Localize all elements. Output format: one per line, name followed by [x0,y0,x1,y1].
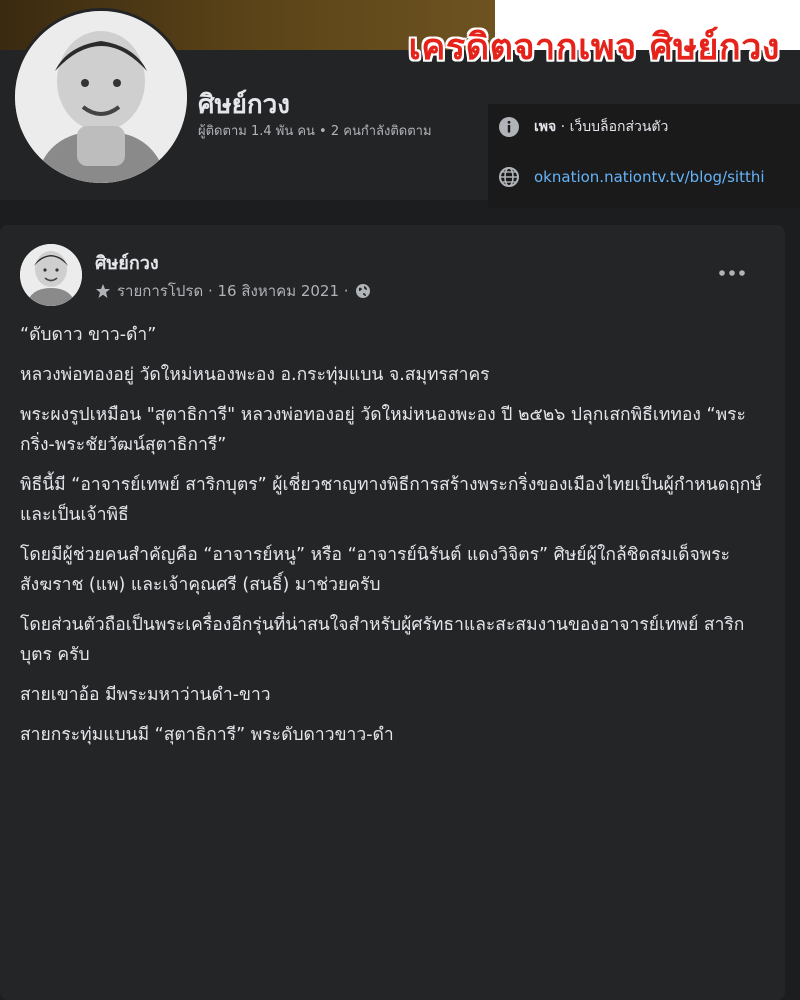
post-body: “ดับดาว ขาว-ดำ” หลวงพ่อทองอยู่ วัดใหม่หน… [20,320,775,760]
page-subcategory: · เว็บบล็อกส่วนตัว [556,119,669,135]
post-paragraph: โดยมีผู้ช่วยคนสำคัญคือ “อาจารย์หนู” หรือ… [20,545,731,595]
post-timestamp[interactable]: รายการโปรด · 16 สิงหาคม 2021 · [117,279,349,303]
post-card: ศิษย์กวง รายการโปรด · 16 สิงหาคม 2021 · … [0,225,785,1000]
more-horizontal-icon [719,270,745,276]
star-icon [96,284,110,298]
intro-panel: เพจ · เว็บบล็อกส่วนตัว oknation.nationtv… [488,104,800,208]
post-paragraph: พระผงรูปเหมือน "สุตาธิการี" หลวงพ่อทองอย… [20,405,746,455]
post-paragraph: โดยส่วนตัวถือเป็นพระเครื่องอีกรุ่นที่น่า… [20,615,745,665]
post-author-avatar[interactable] [20,244,82,306]
more-options-button[interactable] [712,261,752,285]
page-title[interactable]: ศิษย์กวง [198,84,290,125]
post-meta: รายการโปรด · 16 สิงหาคม 2021 · [95,279,377,303]
info-icon [499,117,519,137]
follower-count[interactable]: ผู้ติดตาม 1.4 พัน คน • 2 คนกำลังติดตาม [198,122,468,141]
post-author-name[interactable]: ศิษย์กวง [95,248,159,277]
post-paragraph: พิธีนี้มี “อาจารย์เทพย์ สาริกบุตร” ผู้เช… [20,475,762,525]
profile-avatar[interactable] [12,8,190,186]
intro-page-type: เพจ · เว็บบล็อกส่วนตัว [498,116,668,138]
post-paragraph: “ดับดาว ขาว-ดำ” [20,325,157,345]
intro-website[interactable]: oknation.nationtv.tv/blog/sitthi [498,166,765,188]
post-paragraph: หลวงพ่อทองอยู่ วัดใหม่หนองพะอง อ.กระทุ่ม… [20,365,490,385]
post-paragraph: สายเขาอ้อ มีพระมหาว่านดำ-ขาว [20,685,271,705]
globe-icon [355,284,370,298]
page-category: เพจ [534,119,557,135]
globe-icon [499,167,519,187]
website-link[interactable]: oknation.nationtv.tv/blog/sitthi [534,168,765,186]
credit-banner: เครดิตจากเพจ ศิษย์กวง [408,27,780,68]
post-paragraph: สายกระทุ่มแบนมี “สุตาธิการี” พระดับดาวขา… [20,725,394,745]
